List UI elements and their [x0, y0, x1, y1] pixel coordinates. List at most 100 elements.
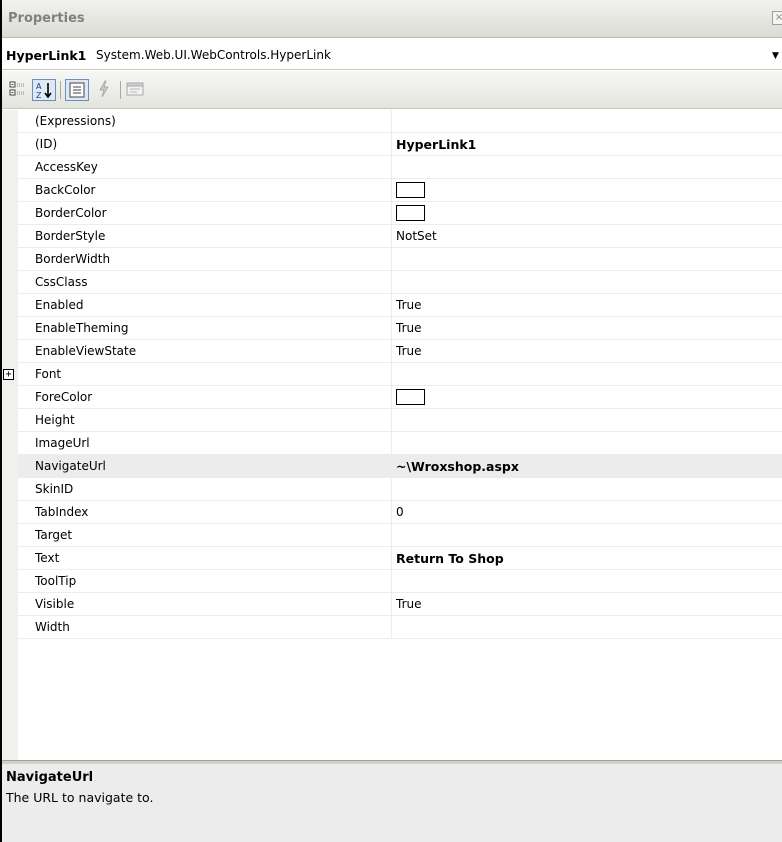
property-row[interactable]: Text Return To Shop [18, 547, 782, 570]
toolbar-separator [60, 81, 61, 99]
property-name: Visible [35, 597, 75, 611]
property-row[interactable]: Height [18, 409, 782, 432]
property-grid: (Expressions) (ID) HyperLink1 AccessKey Back… [2, 110, 782, 760]
property-value[interactable]: True [396, 344, 422, 358]
column-divider[interactable] [391, 547, 392, 570]
events-button[interactable] [94, 79, 116, 101]
property-row[interactable]: EnableTheming True [18, 317, 782, 340]
property-name: NavigateUrl [35, 459, 106, 473]
property-value[interactable]: True [396, 321, 422, 335]
property-name: Enabled [35, 298, 84, 312]
property-value[interactable]: True [396, 298, 422, 312]
column-divider[interactable] [391, 455, 392, 478]
column-divider[interactable] [391, 133, 392, 156]
description-text: The URL to navigate to. [6, 790, 154, 805]
property-row[interactable]: Visible True [18, 593, 782, 616]
color-swatch[interactable] [396, 205, 425, 221]
window-title: Properties [8, 11, 85, 26]
properties-button[interactable] [65, 79, 89, 101]
column-divider[interactable] [391, 432, 392, 455]
property-row[interactable]: Font [18, 363, 782, 386]
property-row[interactable]: SkinID [18, 478, 782, 501]
property-value[interactable]: Return To Shop [396, 551, 504, 566]
column-divider[interactable] [391, 593, 392, 616]
property-pages-icon [126, 82, 144, 96]
property-name: (ID) [35, 137, 58, 151]
chevron-down-icon[interactable]: ▼ [772, 50, 782, 62]
column-divider[interactable] [391, 317, 392, 340]
property-value[interactable]: HyperLink1 [396, 137, 476, 152]
property-name: (Expressions) [35, 114, 116, 128]
property-name: ToolTip [35, 574, 77, 588]
description-pane: NavigateUrl The URL to navigate to. [2, 764, 782, 842]
property-row[interactable]: Target [18, 524, 782, 547]
column-divider[interactable] [391, 570, 392, 593]
color-swatch[interactable] [396, 182, 425, 198]
property-row[interactable]: ForeColor [18, 386, 782, 409]
object-selector[interactable]: HyperLink1 System.Web.UI.WebControls.Hyp… [2, 40, 782, 70]
column-divider[interactable] [391, 294, 392, 317]
property-row[interactable]: ImageUrl [18, 432, 782, 455]
property-row[interactable]: BorderColor [18, 202, 782, 225]
column-divider[interactable] [391, 386, 392, 409]
properties-icon [69, 82, 85, 98]
property-name: Font [35, 367, 62, 381]
property-row[interactable]: Enabled True [18, 294, 782, 317]
categorized-button[interactable] [8, 79, 30, 101]
property-row[interactable]: Width [18, 616, 782, 639]
property-name: ForeColor [35, 390, 93, 404]
property-name: BorderColor [35, 206, 107, 220]
properties-panel: Properties × HyperLink1 System.Web.UI.We… [0, 0, 782, 842]
column-divider[interactable] [391, 179, 392, 202]
property-value[interactable]: 0 [396, 505, 404, 519]
property-row[interactable]: CssClass [18, 271, 782, 294]
close-icon[interactable]: × [772, 11, 782, 25]
property-row[interactable]: EnableViewState True [18, 340, 782, 363]
property-name: EnableViewState [35, 344, 137, 358]
property-row[interactable]: BorderWidth [18, 248, 782, 271]
property-value[interactable]: NotSet [396, 229, 437, 243]
property-row[interactable]: NavigateUrl ~\Wroxshop.aspx [18, 455, 782, 478]
property-name: BackColor [35, 183, 96, 197]
object-type: System.Web.UI.WebControls.HyperLink [96, 48, 331, 62]
property-name: TabIndex [35, 505, 89, 519]
property-row[interactable]: BorderStyle NotSet [18, 225, 782, 248]
property-row[interactable]: BackColor [18, 179, 782, 202]
property-name: Target [35, 528, 73, 542]
column-divider[interactable] [391, 501, 392, 524]
color-swatch[interactable] [396, 389, 425, 405]
property-row[interactable]: (Expressions) [18, 110, 782, 133]
column-divider[interactable] [391, 363, 392, 386]
property-name: Text [35, 551, 60, 565]
toolbar: A Z [2, 71, 782, 109]
property-row[interactable]: TabIndex 0 [18, 501, 782, 524]
property-name: EnableTheming [35, 321, 129, 335]
column-divider[interactable] [391, 248, 392, 271]
column-divider[interactable] [391, 225, 392, 248]
column-divider[interactable] [391, 202, 392, 225]
property-value[interactable]: ~\Wroxshop.aspx [396, 459, 519, 474]
expand-icon[interactable]: + [3, 369, 14, 380]
property-pages-button[interactable] [125, 79, 147, 101]
property-value[interactable]: True [396, 597, 422, 611]
alphabetical-button[interactable]: A Z [32, 79, 56, 101]
property-name: AccessKey [35, 160, 98, 174]
property-row[interactable]: AccessKey [18, 156, 782, 179]
column-divider[interactable] [391, 524, 392, 547]
column-divider[interactable] [391, 478, 392, 501]
events-lightning-icon [99, 80, 109, 98]
categorized-icon [9, 81, 25, 96]
property-row[interactable]: ToolTip [18, 570, 782, 593]
column-divider[interactable] [391, 340, 392, 363]
title-bar: Properties × [2, 0, 782, 38]
property-row[interactable]: (ID) HyperLink1 [18, 133, 782, 156]
svg-text:Z: Z [36, 91, 42, 100]
grid-gutter [2, 110, 18, 760]
column-divider[interactable] [391, 616, 392, 639]
column-divider[interactable] [391, 110, 392, 133]
property-name: Width [35, 620, 70, 634]
object-name: HyperLink1 [6, 48, 87, 63]
column-divider[interactable] [391, 156, 392, 179]
column-divider[interactable] [391, 409, 392, 432]
column-divider[interactable] [391, 271, 392, 294]
